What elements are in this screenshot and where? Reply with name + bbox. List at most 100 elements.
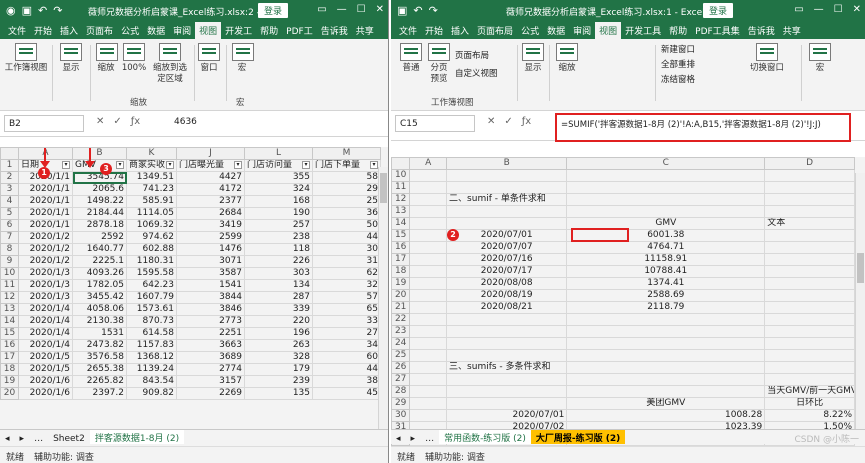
grid-cell[interactable]	[446, 313, 568, 326]
row-header[interactable]: 18	[391, 265, 411, 278]
ribbon-tab[interactable]: 审阅	[569, 22, 595, 39]
grid-cell[interactable]: 303	[244, 267, 313, 280]
maximize-icon[interactable]: ☐	[357, 4, 366, 15]
grid-cell[interactable]: 30	[312, 243, 381, 256]
grid-cell[interactable]: 3844	[176, 291, 245, 304]
grid-cell[interactable]: 34	[312, 339, 381, 352]
redo-icon[interactable]: ↷	[429, 4, 438, 17]
grid-cell[interactable]: 220	[244, 315, 313, 328]
grid-cell[interactable]: 2020/1/6	[18, 375, 73, 388]
row-header[interactable]: 17	[0, 351, 19, 364]
row-header[interactable]: 13	[391, 205, 411, 218]
workbook-views-button[interactable]: 工作簿视图	[4, 43, 48, 74]
column-header[interactable]: L	[244, 147, 313, 160]
grid-cell[interactable]	[446, 181, 568, 194]
grid-cell[interactable]	[566, 325, 766, 338]
sheet-nav-icon[interactable]: ▸	[15, 433, 30, 444]
grid-cell[interactable]	[409, 253, 448, 266]
grid-cell[interactable]: 2599	[176, 231, 245, 244]
column-header[interactable]: J	[176, 147, 245, 160]
ribbon-tab[interactable]: 帮助	[665, 22, 691, 39]
grid-cell[interactable]: 2020/1/2	[18, 231, 73, 244]
left-formula-input[interactable]: 4636	[174, 117, 197, 127]
grid-cell[interactable]: 2020/1/4	[18, 339, 73, 352]
row-header[interactable]: 8	[0, 243, 19, 256]
grid-cell[interactable]: 门店访问量 ▾	[244, 159, 313, 172]
grid-cell[interactable]	[409, 229, 448, 242]
grid-cell[interactable]: 2397.2	[72, 387, 127, 400]
freeze-panes-button[interactable]: 冻结窗格	[661, 73, 695, 88]
column-header[interactable]: B	[72, 147, 127, 160]
grid-cell[interactable]: 门店曝光量 ▾	[176, 159, 245, 172]
grid-cell[interactable]	[566, 337, 766, 350]
grid-cell[interactable]: 1139.24	[126, 363, 177, 376]
grid-cell[interactable]: 2020/1/1	[18, 183, 73, 196]
grid-cell[interactable]: 2020/1/6	[18, 387, 73, 400]
grid-cell[interactable]: 1573.61	[126, 303, 177, 316]
ribbon-tab[interactable]: 开发工	[221, 22, 256, 39]
grid-cell[interactable]: 3455.42	[72, 291, 127, 304]
ribbon-tab[interactable]: 视图	[195, 22, 222, 39]
ribbon-tab[interactable]: 共享	[352, 22, 378, 39]
grid-cell[interactable]: 2020/1/4	[18, 327, 73, 340]
switch-window-button[interactable]: 切换窗口	[747, 43, 787, 74]
grid-cell[interactable]: 135	[244, 387, 313, 400]
grid-cell[interactable]: 2269	[176, 387, 245, 400]
ribbon-tab[interactable]: PDF工具集	[691, 22, 744, 39]
grid-cell[interactable]: 36	[312, 207, 381, 220]
grid-cell[interactable]: 60	[312, 351, 381, 364]
grid-cell[interactable]: 3689	[176, 351, 245, 364]
grid-cell[interactable]: 57	[312, 291, 381, 304]
column-header[interactable]: B	[446, 157, 568, 170]
sheet-nav-icon[interactable]: ▸	[406, 433, 421, 444]
grid-cell[interactable]: 2020/07/16	[446, 253, 568, 266]
ribbon-tab[interactable]: PDF工	[282, 22, 317, 39]
grid-cell[interactable]: 2878.18	[72, 219, 127, 232]
enter-icon[interactable]: ✓	[504, 116, 512, 127]
grid-cell[interactable]: 2020/1/3	[18, 267, 73, 280]
grid-cell[interactable]	[566, 313, 766, 326]
new-window-button[interactable]: 新建窗口	[661, 43, 695, 58]
grid-cell[interactable]: 196	[244, 327, 313, 340]
grid-cell[interactable]: 2020/07/01	[446, 229, 568, 242]
sheet-tab[interactable]: 拌客源数据1-8月 (2)	[89, 430, 185, 444]
grid-cell[interactable]	[446, 385, 568, 398]
grid-cell[interactable]: 257	[244, 219, 313, 232]
grid-cell[interactable]	[566, 349, 766, 362]
ribbon-tab[interactable]: 告诉我	[317, 22, 352, 39]
grid-cell[interactable]: 2020/1/1	[18, 207, 73, 220]
fx-icon[interactable]: ƒx	[131, 116, 140, 127]
grid-cell[interactable]: 2655.38	[72, 363, 127, 376]
autosave-icon[interactable]: ◉	[6, 4, 16, 17]
grid-cell[interactable]: 3663	[176, 339, 245, 352]
sheet-tab[interactable]: Sheet2	[48, 433, 90, 444]
ribbon-tab[interactable]: 公式	[117, 22, 143, 39]
grid-cell[interactable]: 4058.06	[72, 303, 127, 316]
grid-cell[interactable]: 190	[244, 207, 313, 220]
sheet-nav-icon[interactable]: …	[29, 433, 48, 444]
row-header[interactable]: 14	[391, 217, 411, 230]
grid-cell[interactable]	[764, 349, 855, 362]
grid-cell[interactable]	[409, 373, 448, 386]
grid-cell[interactable]	[446, 337, 568, 350]
grid-cell[interactable]: 1008.28	[566, 409, 766, 422]
grid-cell[interactable]	[764, 289, 855, 302]
grid-cell[interactable]: 2684	[176, 207, 245, 220]
grid-cell[interactable]: 2020/08/21	[446, 301, 568, 314]
filter-dropdown-icon[interactable]: ▾	[166, 161, 174, 169]
cancel-icon[interactable]: ✕	[487, 116, 495, 127]
grid-cell[interactable]: 50	[312, 219, 381, 232]
grid-cell[interactable]	[409, 337, 448, 350]
grid-cell[interactable]	[764, 265, 855, 278]
right-login-button[interactable]: 登录	[703, 3, 734, 18]
ribbon-display-icon[interactable]: ▭	[317, 4, 326, 15]
right-vertical-scrollbar[interactable]	[855, 173, 865, 429]
window-button[interactable]: 窗口	[198, 43, 220, 74]
column-header[interactable]	[0, 147, 19, 160]
grid-cell[interactable]: 2020/1/4	[18, 315, 73, 328]
ribbon-tab[interactable]: 告诉我	[744, 22, 779, 39]
grid-cell[interactable]: 3157	[176, 375, 245, 388]
column-header[interactable]: D	[764, 157, 855, 170]
ribbon-tab[interactable]: 公式	[517, 22, 543, 39]
grid-cell[interactable]: 文本	[764, 217, 855, 230]
